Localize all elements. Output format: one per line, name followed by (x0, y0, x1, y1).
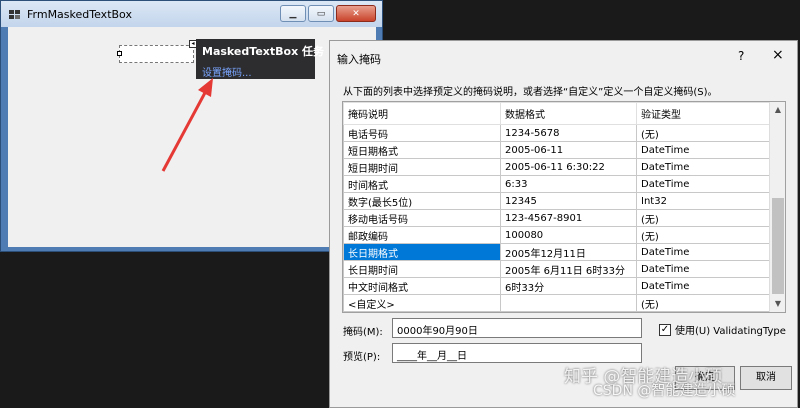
column-header-description[interactable]: 掩码说明 (343, 102, 501, 125)
scroll-thumb[interactable] (772, 198, 784, 294)
table-row[interactable]: 邮政编码 100080 (无) (343, 226, 772, 244)
cell-validation: (无) (636, 209, 772, 227)
dialog-description: 从下面的列表中选择预定义的掩码说明，或者选择“自定义”定义一个自定义掩码(S)。 (343, 87, 718, 98)
column-header-validation[interactable]: 验证类型 (636, 102, 772, 125)
cell-validation: DateTime (636, 175, 772, 193)
cell-format: 2005-06-11 (500, 141, 637, 159)
cell-validation: (无) (636, 226, 772, 244)
cell-format: 6时33分 (500, 277, 637, 295)
cell-validation: Int32 (636, 192, 772, 210)
cell-format: 100080 (500, 226, 637, 244)
cell-validation: DateTime (636, 277, 772, 295)
cell-description: 长日期格式 (343, 243, 501, 261)
help-button[interactable]: ? (738, 49, 744, 63)
cell-validation: DateTime (636, 260, 772, 278)
preview-input[interactable]: ____年__月__日 (392, 343, 642, 363)
preview-label: 预览(P): (343, 352, 381, 363)
cell-format: 2005年 6月11日 6时33分 (500, 260, 637, 278)
cell-validation: DateTime (636, 158, 772, 176)
cell-format: 12345 (500, 192, 637, 210)
cell-validation: (无) (636, 294, 772, 312)
cell-format: 123-4567-8901 (500, 209, 637, 227)
mask-label: 掩码(M): (343, 327, 383, 338)
dialog-title: 输入掩码 (337, 53, 381, 66)
mask-input[interactable]: 0000年90月90日 (392, 318, 642, 338)
validating-type-label: 使用(U) ValidatingType (675, 326, 786, 337)
csdn-watermark: CSDN @智能建造小硕 (593, 383, 736, 399)
checkbox-check-icon[interactable]: ✓ (659, 323, 671, 336)
cell-format: 6:33 (500, 175, 637, 193)
table-row[interactable]: 短日期时间 2005-06-11 6:30:22 DateTime (343, 158, 772, 176)
table-row[interactable]: 长日期时间 2005年 6月11日 6时33分 DateTime (343, 260, 772, 278)
cell-description: 中文时间格式 (343, 277, 501, 295)
mask-list[interactable]: 掩码说明 数据格式 验证类型 电话号码 1234-5678 (无) 短日期格式 2005… (342, 101, 786, 313)
table-row[interactable]: 长日期格式 2005年12月11日 DateTime (343, 243, 772, 261)
mask-list-header: 掩码说明 数据格式 验证类型 (343, 102, 772, 125)
scroll-up-icon[interactable]: ▲ (770, 102, 785, 118)
cell-format: 2005-06-11 6:30:22 (500, 158, 637, 176)
cell-description: 短日期格式 (343, 141, 501, 159)
cell-description: 数字(最长5位) (343, 192, 501, 210)
cell-description: <自定义> (343, 294, 501, 312)
cell-format: 2005年12月11日 (500, 243, 637, 261)
cell-validation: (无) (636, 124, 772, 142)
input-mask-dialog: 输入掩码 ? × 从下面的列表中选择预定义的掩码说明，或者选择“自定义”定义一个… (329, 40, 798, 408)
dialog-close-button[interactable]: × (772, 47, 784, 63)
cancel-button[interactable]: 取消 (740, 366, 792, 390)
scroll-down-icon[interactable]: ▼ (770, 296, 785, 312)
cell-description: 电话号码 (343, 124, 501, 142)
table-row[interactable]: 短日期格式 2005-06-11 DateTime (343, 141, 772, 159)
cell-validation: DateTime (636, 243, 772, 261)
table-row[interactable]: 数字(最长5位) 12345 Int32 (343, 192, 772, 210)
cell-validation: DateTime (636, 141, 772, 159)
cell-description: 时间格式 (343, 175, 501, 193)
table-row[interactable]: 移动电话号码 123-4567-8901 (无) (343, 209, 772, 227)
table-row[interactable]: 时间格式 6:33 DateTime (343, 175, 772, 193)
table-row[interactable]: 电话号码 1234-5678 (无) (343, 124, 772, 142)
cell-description: 长日期时间 (343, 260, 501, 278)
table-row[interactable]: 中文时间格式 6时33分 DateTime (343, 277, 772, 295)
list-scrollbar[interactable]: ▲ ▼ (769, 102, 785, 312)
cell-description: 短日期时间 (343, 158, 501, 176)
table-row[interactable]: <自定义> (无) (343, 294, 772, 312)
column-header-format[interactable]: 数据格式 (500, 102, 637, 125)
cell-format: 1234-5678 (500, 124, 637, 142)
cell-format (500, 294, 637, 312)
validating-type-checkbox[interactable]: ✓ 使用(U) ValidatingType (659, 322, 786, 337)
cell-description: 移动电话号码 (343, 209, 501, 227)
cell-description: 邮政编码 (343, 226, 501, 244)
